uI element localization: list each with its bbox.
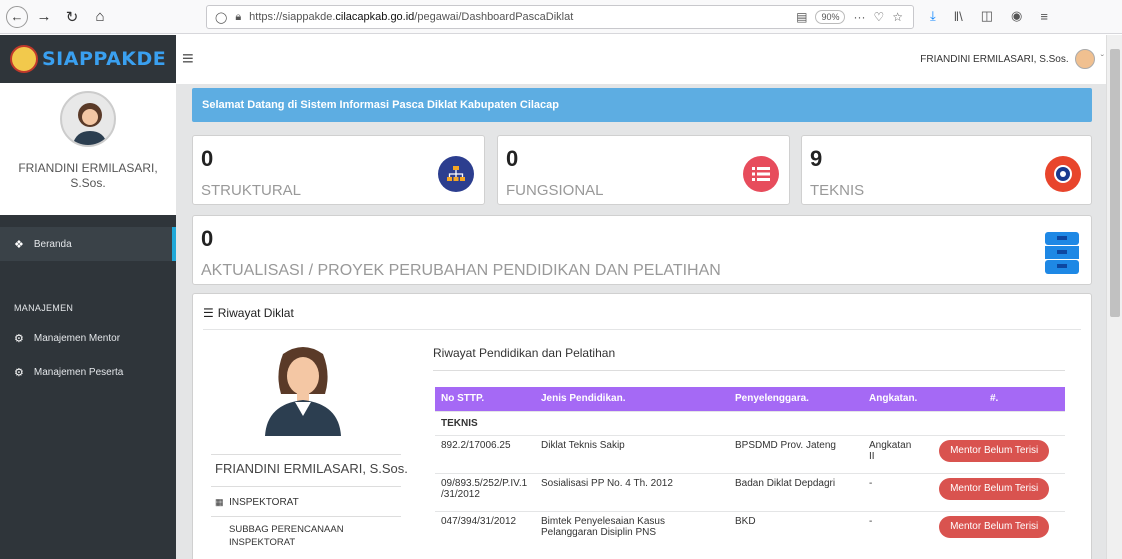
table-title: Riwayat Pendidikan dan Pelatihan [433,346,616,360]
more-icon[interactable]: ··· [853,10,865,24]
column-header: #. [923,387,1065,411]
column-header: Jenis Pendidikan. [535,387,729,411]
table-row: 892.2/17006.25 Diklat Teknis Sakip BPSDM… [435,434,1065,473]
archive-icon [1045,232,1079,274]
mentor-status-button[interactable]: Mentor Belum Terisi [939,439,1050,462]
sidebar-item-label: Beranda [33,238,72,250]
panel-title: Riwayat Diklat [217,306,294,320]
url-text: https://siappakde.cilacapkab.go.id/pegaw… [249,11,574,23]
menu-icon[interactable]: ≡ [1040,9,1048,24]
stat-value: 0 [201,226,214,251]
stat-label: AKTUALISASI / PROYEK PERUBAHAN PENDIDIKA… [201,262,721,279]
table-group-row: TEKNIS [435,410,1065,435]
organization: ▦ INSPEKTORAT [215,497,299,508]
stat-value: 0 [506,146,519,171]
sidebar-item-label: Manajemen Mentor [33,332,121,344]
riwayat-diklat-panel: ☰ Riwayat Diklat FRIANDINI ERMILASARI, S… [192,293,1092,559]
riwayat-table: No STTP. Jenis Pendidikan. Penyelenggara… [435,387,1065,549]
sidebar-item-label: Manajemen Peserta [33,366,124,378]
reader-icon[interactable]: ▤ [796,10,807,24]
column-header: Penyelenggara. [729,387,863,411]
stat-card-struktural[interactable]: 0 STRUKTURAL [192,135,485,205]
table-row: 047/394/31/2012 Bimtek Penyelesaian Kasu… [435,510,1065,549]
sidebar-item-manajemen-mentor[interactable]: ⚙ Manajemen Mentor [0,321,176,355]
stat-label: STRUKTURAL [201,182,302,199]
back-icon[interactable]: ← [6,5,28,28]
list-icon [743,156,779,192]
main-content: Selamat Datang di Sistem Informasi Pasca… [176,85,1106,559]
zoom-indicator[interactable]: 90% [815,10,846,24]
sidebar-item-manajemen-peserta[interactable]: ⚙ Manajemen Peserta [0,355,176,389]
sidebar-section-title: MANAJEMEN [14,303,74,313]
table-row: 09/893.5/252/P.IV.1 /31/2012 Sosialisasi… [435,472,1065,511]
column-header: No STTP. [435,387,535,411]
mentor-status-button[interactable]: Mentor Belum Terisi [939,477,1050,500]
column-header: Angkatan. [863,387,924,411]
person-name: FRIANDINI ERMILASARI, S.Sos. [215,461,408,476]
user-avatar [1074,49,1095,69]
stat-card-aktualisasi[interactable]: 0 AKTUALISASI / PROYEK PERUBAHAN PENDIDI… [192,215,1092,285]
logo-text: SIAPPAKDE [42,48,167,70]
sitemap-icon [438,156,474,192]
app-logo[interactable]: SIAPPAKDE [0,35,176,83]
scrollbar-thumb[interactable] [1110,49,1120,317]
url-bar[interactable]: ◯ 🔒︎ https://siappakde.cilacapkab.go.id/… [206,5,914,29]
account-icon[interactable]: ◉ [1011,8,1022,24]
forward-icon[interactable]: → [32,5,56,29]
stat-value: 9 [810,146,823,171]
library-icon[interactable]: ‖\ [954,9,963,24]
cogs-icon: ⚙ [14,332,24,345]
building-icon: ▦ [215,497,224,507]
lock-icon: 🔒︎ [235,10,242,23]
gear-icon [1045,156,1081,192]
home-icon[interactable]: ⌂ [88,5,112,29]
pocket-icon[interactable]: ♡ [873,10,884,24]
shield-icon: ◯ [215,11,228,24]
reload-icon[interactable]: ↻ [60,5,84,29]
list-icon: ☰ [203,306,214,320]
chevron-down-icon: ˇ [1100,53,1104,65]
mentor-status-button[interactable]: Mentor Belum Terisi [939,515,1050,538]
header-user-name: FRIANDINI ERMILASARI, S.Sos. [920,53,1069,65]
page-scrollbar[interactable] [1106,35,1122,559]
user-menu[interactable]: FRIANDINI ERMILASARI, S.Sos. ˇ [920,49,1104,69]
avatar [60,91,116,147]
profile-panel: FRIANDINI ERMILASARI, S.Sos. [0,83,176,215]
hamburger-icon[interactable]: ≡ [182,48,194,71]
profile-name: FRIANDINI ERMILASARI, S.Sos. [18,161,158,190]
stat-value: 0 [201,146,214,171]
profile-avatar-image [265,347,341,436]
stat-label: TEKNIS [810,182,865,199]
logo-emblem-icon [10,45,38,73]
welcome-banner: Selamat Datang di Sistem Informasi Pasca… [192,88,1092,122]
sub-organization: SUBBAG PERENCANAAN INSPEKTORAT [229,524,344,548]
cogs-icon: ⚙ [14,366,24,379]
app-header: ≡ FRIANDINI ERMILASARI, S.Sos. ˇ [176,35,1106,85]
panel-header: ☰ Riwayat Diklat [203,306,294,320]
home-icon: ❖ [14,238,24,251]
download-icon[interactable]: ⤓ [930,8,936,24]
browser-toolbar: ← → ↻ ⌂ ◯ 🔒︎ https://siappakde.cilacapka… [0,0,1122,34]
sidebar-toggle-icon[interactable]: ◫ [981,8,993,24]
stat-label: FUNGSIONAL [506,182,604,199]
stat-card-teknis[interactable]: 9 TEKNIS [801,135,1092,205]
sidebar: SIAPPAKDE FRIANDINI ERMILASARI, S.Sos. ❖… [0,35,176,559]
stat-card-fungsional[interactable]: 0 FUNGSIONAL [497,135,790,205]
bookmark-star-icon[interactable]: ☆ [892,10,903,24]
sidebar-item-beranda[interactable]: ❖ Beranda [0,227,176,261]
